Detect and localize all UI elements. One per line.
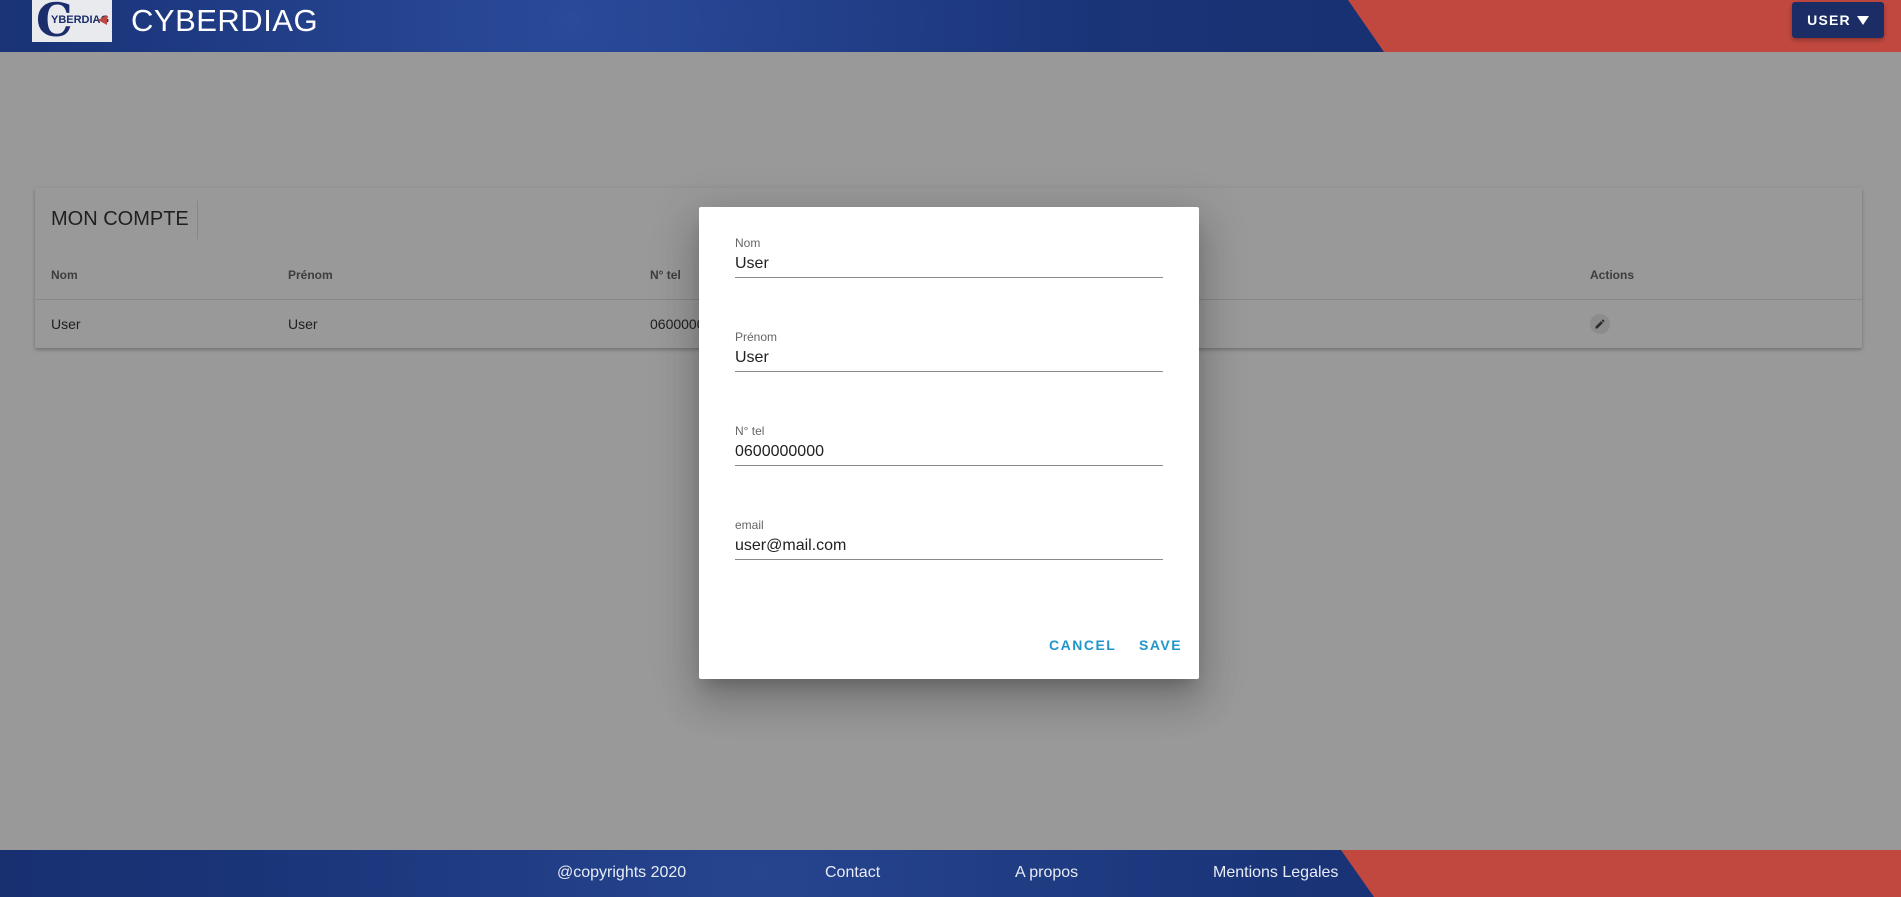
tel-field: N° tel [735,424,1163,470]
footer-link-contact[interactable]: Contact [825,864,880,882]
app-header: C YBERDIAG CYBERDIAG USER [0,0,1901,52]
email-field-label: email [735,518,764,532]
user-menu-button[interactable]: USER [1792,2,1884,38]
edit-account-dialog: Nom Prénom N° tel email CANCEL SAVE [699,207,1199,679]
prenom-field-label: Prénom [735,330,778,344]
nom-field: Nom [735,236,1163,282]
user-menu-label: USER [1807,12,1851,28]
app-logo[interactable]: C YBERDIAG [32,0,112,46]
app-footer: @copyrights 2020 Contact A propos Mentio… [0,850,1901,897]
caret-down-icon [1856,15,1869,25]
prenom-input[interactable] [735,344,1163,372]
footer-background [0,850,1374,897]
prenom-field: Prénom [735,330,1163,376]
tel-field-label: N° tel [735,424,765,438]
footer-link-about[interactable]: A propos [1015,864,1078,882]
email-field: email [735,518,1163,564]
save-button[interactable]: SAVE [1139,637,1182,653]
nom-input[interactable] [735,250,1163,278]
nom-field-label: Nom [735,236,761,250]
email-input[interactable] [735,532,1163,560]
app-title: CYBERDIAG [131,3,319,38]
logo-mark-icon [98,15,107,25]
footer-copyright: @copyrights 2020 [557,864,687,881]
cancel-button[interactable]: CANCEL [1049,637,1116,653]
tel-input[interactable] [735,438,1163,466]
footer-link-legal[interactable]: Mentions Legales [1213,864,1338,882]
